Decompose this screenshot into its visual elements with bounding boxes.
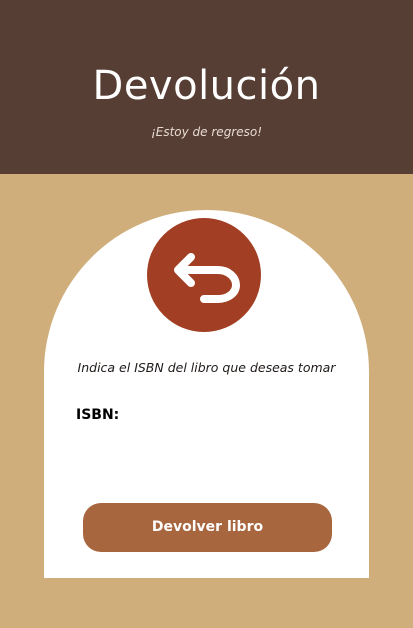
page-title: Devolución (92, 63, 321, 109)
isbn-label: ISBN: (76, 407, 120, 423)
return-book-button[interactable]: Devolver libro (83, 503, 332, 552)
return-arrow-icon (147, 218, 261, 332)
page-subtitle: ¡Estoy de regreso! (150, 125, 263, 139)
isbn-instruction: Indica el ISBN del libro que deseas toma… (77, 360, 336, 375)
page-header: Devolución ¡Estoy de regreso! (0, 0, 413, 174)
isbn-input[interactable] (124, 402, 344, 428)
